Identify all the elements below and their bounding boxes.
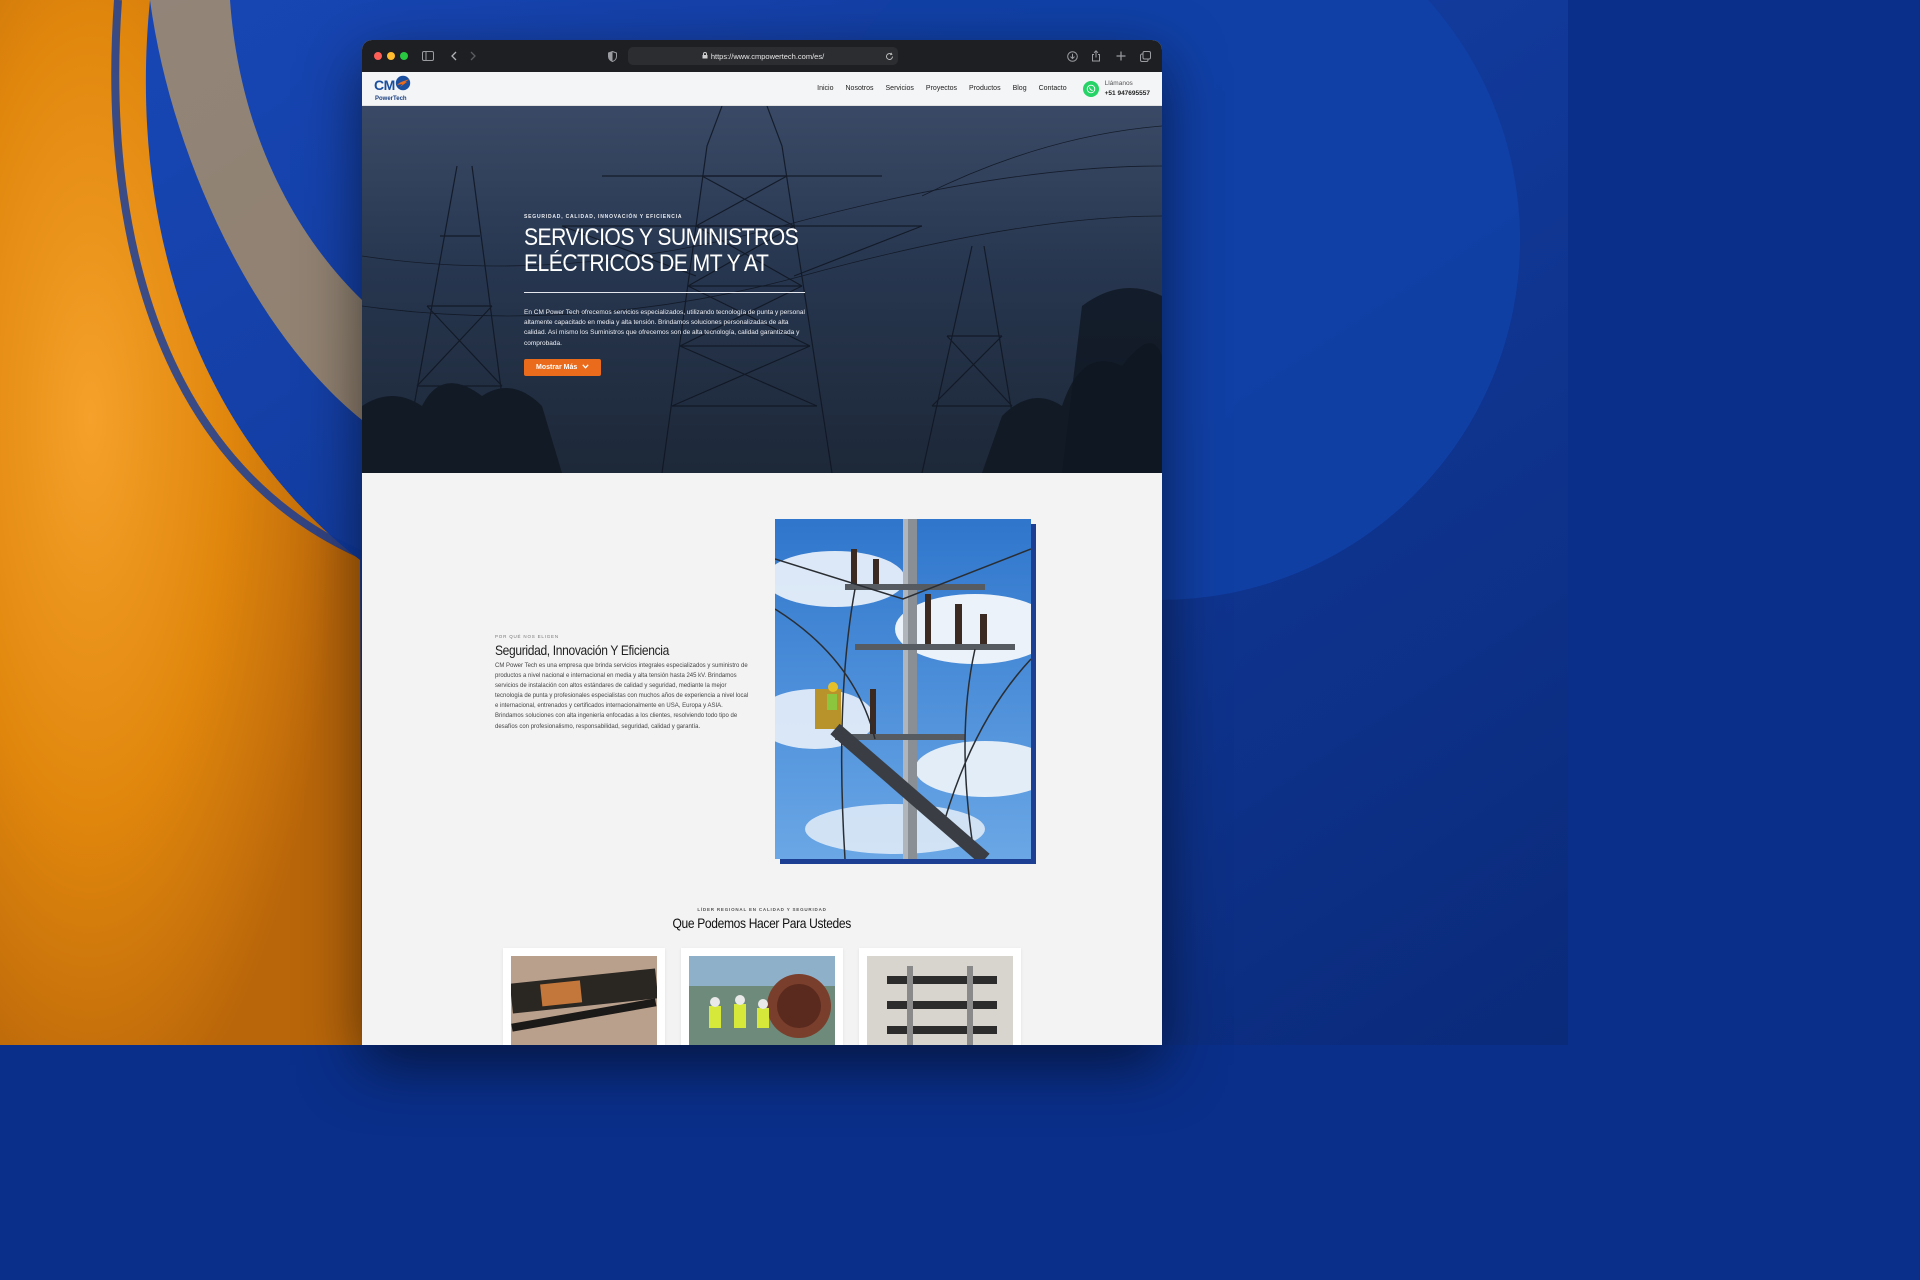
about-section: POR QUÉ NOS ELIGEN Seguridad, Innovación… xyxy=(362,473,1162,1045)
download-icon[interactable] xyxy=(1064,40,1080,72)
new-tab-icon[interactable] xyxy=(1113,40,1129,72)
service-card-image xyxy=(511,956,657,1045)
services-title: Que Podemos Hacer Para Ustedes xyxy=(672,915,852,931)
show-more-label: Mostrar Más xyxy=(536,363,578,371)
address-bar[interactable]: https://www.cmpowertech.com/es/ xyxy=(628,47,898,65)
nav-proyectos[interactable]: Proyectos xyxy=(926,85,957,92)
about-eyebrow: POR QUÉ NOS ELIGEN xyxy=(495,634,559,639)
browser-window: https://www.cmpowertech.com/es/ CM Power… xyxy=(362,40,1162,1045)
logo-subtitle: PowerTech xyxy=(375,96,407,102)
forward-icon[interactable] xyxy=(465,40,481,72)
close-window-button[interactable] xyxy=(374,52,382,60)
about-image-frame xyxy=(775,519,1036,864)
lock-icon xyxy=(702,51,708,61)
logo-brand: CM xyxy=(374,77,395,93)
service-card-image xyxy=(689,956,835,1045)
hero-title-line1: SERVICIOS Y SUMINISTROS xyxy=(524,224,799,251)
url-text: https://www.cmpowertech.com/es/ xyxy=(710,51,825,61)
about-title: Seguridad, Innovación Y Eficiencia xyxy=(495,642,669,658)
nav-contacto[interactable]: Contacto xyxy=(1039,85,1067,92)
hero-description: En CM Power Tech ofrecemos servicios esp… xyxy=(524,309,805,347)
nav-servicios[interactable]: Servicios xyxy=(886,85,914,92)
hero-title-line2: ELÉCTRICOS DE MT Y AT xyxy=(524,250,769,277)
tab-overview-icon[interactable] xyxy=(1137,40,1153,72)
main-nav: Inicio Nosotros Servicios Proyectos Prod… xyxy=(817,79,1150,97)
about-image xyxy=(775,519,1031,859)
browser-toolbar: https://www.cmpowertech.com/es/ xyxy=(362,40,1162,72)
hero-title: SERVICIOS Y SUMINISTROS ELÉCTRICOS DE MT… xyxy=(524,224,799,277)
service-card[interactable] xyxy=(681,948,843,1045)
privacy-shield-icon[interactable] xyxy=(604,40,620,72)
reload-icon[interactable] xyxy=(885,47,894,65)
service-card[interactable] xyxy=(503,948,665,1045)
call-phone: +51 947695557 xyxy=(1104,89,1150,97)
minimize-window-button[interactable] xyxy=(387,52,395,60)
services-header: LÍDER REGIONAL EN CALIDAD Y SEGURIDAD Qu… xyxy=(362,907,1162,933)
service-card-image xyxy=(867,956,1013,1045)
nav-nosotros[interactable]: Nosotros xyxy=(846,85,874,92)
back-icon[interactable] xyxy=(446,40,462,72)
nav-productos[interactable]: Productos xyxy=(969,85,1001,92)
services-eyebrow: LÍDER REGIONAL EN CALIDAD Y SEGURIDAD xyxy=(697,907,827,912)
logo-bolt-icon xyxy=(395,75,411,95)
window-controls xyxy=(374,52,408,60)
sidebar-toggle-icon[interactable] xyxy=(420,40,436,72)
hero-divider xyxy=(524,292,805,293)
site-logo[interactable]: CM PowerTech xyxy=(374,75,411,102)
whatsapp-icon xyxy=(1082,80,1099,97)
call-label: Llámanos xyxy=(1104,80,1133,88)
about-paragraph-1: CM Power Tech es una empresa que brinda … xyxy=(495,663,749,710)
hero-content: SEGURIDAD, CALIDAD, INNOVACIÓN Y EFICIEN… xyxy=(524,214,809,376)
chevron-down-icon xyxy=(582,364,589,371)
service-card[interactable] xyxy=(859,948,1021,1045)
share-icon[interactable] xyxy=(1088,40,1104,72)
maximize-window-button[interactable] xyxy=(400,52,408,60)
nav-blog[interactable]: Blog xyxy=(1013,85,1027,92)
service-cards xyxy=(503,948,1021,1045)
hero-section: SEGURIDAD, CALIDAD, INNOVACIÓN Y EFICIEN… xyxy=(362,106,1162,473)
about-text: POR QUÉ NOS ELIGEN Seguridad, Innovación… xyxy=(495,634,753,732)
show-more-button[interactable]: Mostrar Más xyxy=(524,358,602,376)
about-paragraph-2: Brindamos soluciones con alta ingeniería… xyxy=(495,713,738,730)
site-header: CM PowerTech Inicio Nosotros Servicios P… xyxy=(362,72,1162,106)
hero-eyebrow: SEGURIDAD, CALIDAD, INNOVACIÓN Y EFICIEN… xyxy=(524,214,683,220)
call-link[interactable]: Llámanos +51 947695557 xyxy=(1082,79,1150,97)
nav-inicio[interactable]: Inicio xyxy=(817,85,833,92)
